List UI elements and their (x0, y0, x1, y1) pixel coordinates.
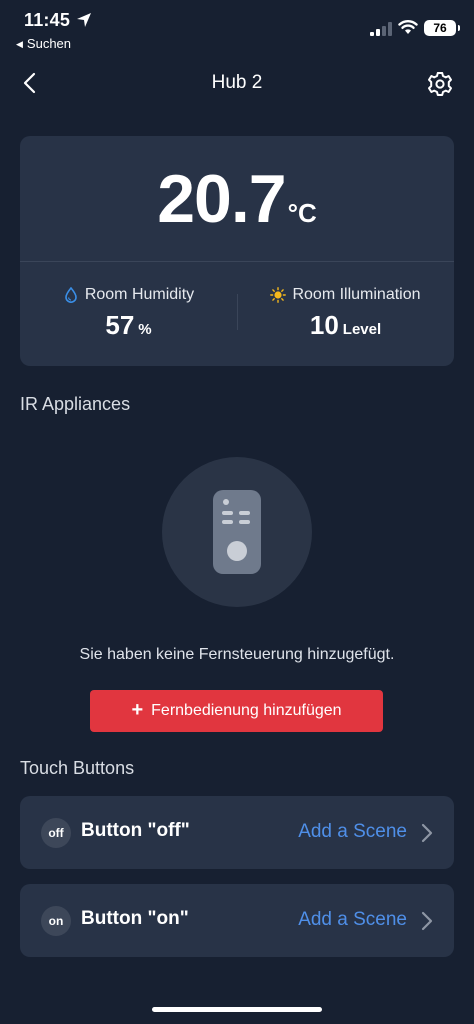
nav-bar: Hub 2 (0, 56, 474, 110)
gear-icon[interactable] (426, 70, 454, 98)
touch-button-off-row[interactable]: off Button "off" Add a Scene (20, 796, 454, 869)
touch-button-name: Button "off" (81, 820, 190, 841)
humidity-value-row: 57% (20, 310, 237, 341)
chevron-right-icon (421, 823, 433, 843)
water-drop-icon (65, 287, 77, 303)
add-scene-link[interactable]: Add a Scene (298, 821, 407, 843)
plus-icon: + (131, 699, 144, 721)
card-divider (20, 261, 454, 262)
on-badge-icon: on (41, 906, 71, 936)
touch-button-name: Button "on" (81, 908, 189, 929)
remote-placeholder (162, 457, 312, 607)
back-to-app-link[interactable]: ◀ Suchen (16, 36, 71, 51)
illumination-label-row: Room Illumination (237, 286, 454, 304)
battery-indicator: 76 (424, 20, 460, 36)
remote-control-icon (213, 490, 261, 574)
add-remote-label: Fernbedienung hinzufügen (151, 702, 342, 719)
humidity-metric: Room Humidity 57% (20, 286, 237, 341)
temperature-display: 20.7°C (20, 160, 454, 238)
ir-appliances-title: IR Appliances (20, 394, 131, 414)
touch-button-on-row[interactable]: on Button "on" Add a Scene (20, 884, 454, 957)
temperature-unit: °C (287, 198, 317, 228)
status-bar: 11:45 ◀ Suchen 76 (0, 0, 474, 56)
location-arrow-icon (77, 13, 91, 27)
status-time: 11:45 (24, 10, 71, 30)
sun-icon (270, 287, 287, 303)
back-app-label: Suchen (26, 36, 72, 51)
illumination-value: 10 (309, 310, 339, 340)
illumination-metric: Room Illumination 10 Level (237, 286, 454, 341)
add-scene-link[interactable]: Add a Scene (298, 909, 407, 931)
humidity-value: 57 (105, 310, 135, 340)
humidity-label-row: Room Humidity (20, 286, 237, 304)
back-triangle-icon: ◀ (16, 39, 23, 49)
climate-card: 20.7°C Room Humidity 57% Room Illuminati… (20, 136, 454, 366)
no-remote-message: Sie haben keine Fernsteuerung hinzugefüg… (79, 646, 395, 663)
add-remote-button[interactable]: + Fernbedienung hinzufügen (90, 690, 383, 732)
illumination-label: Room Illumination (292, 286, 421, 303)
humidity-unit: % (138, 321, 152, 338)
illumination-unit: Level (342, 321, 382, 338)
temperature-value: 20.7 (157, 161, 286, 237)
page-title: Hub 2 (211, 72, 263, 93)
humidity-label: Room Humidity (84, 286, 195, 303)
chevron-right-icon (421, 911, 433, 931)
off-badge-icon: off (41, 818, 71, 848)
wifi-icon (398, 20, 418, 34)
illumination-value-row: 10 Level (237, 310, 454, 341)
touch-buttons-title: Touch Buttons (20, 758, 135, 778)
cellular-signal-icon (370, 22, 392, 36)
home-indicator[interactable] (152, 1007, 322, 1012)
